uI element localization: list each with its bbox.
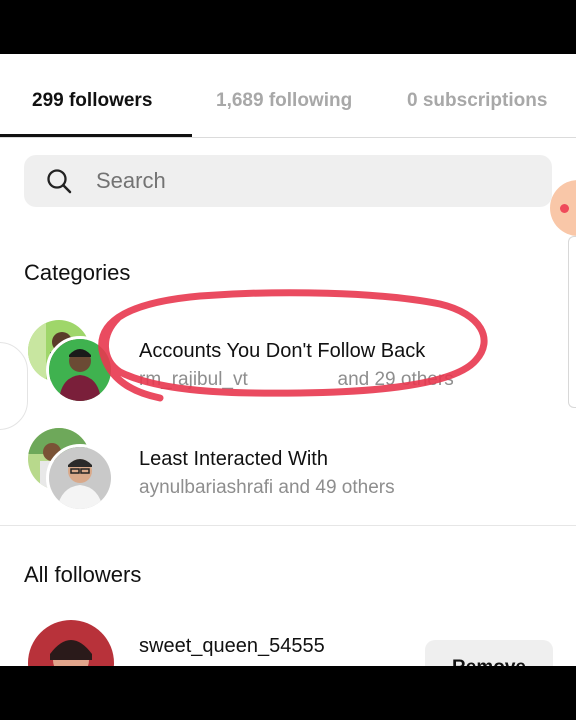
bubble-dot [560,204,569,213]
followers-screen: 299 followers 1,689 following 0 subscrip… [0,54,576,666]
avatar-stack [28,428,116,516]
category-subtitle: rm_rajibul_vt and 29 others [139,369,454,390]
tab-bar: 299 followers 1,689 following 0 subscrip… [0,54,576,138]
avatar-stack [28,320,116,408]
category-row-not-following-back[interactable]: Accounts You Don't Follow Back rm_rajibu… [0,320,576,416]
remove-button[interactable]: Remove [425,640,553,666]
section-divider [0,525,576,526]
tab-subscriptions[interactable]: 0 subscriptions [407,90,547,112]
all-followers-heading: All followers [24,562,142,587]
avatar [46,336,114,404]
active-tab-indicator [0,134,192,137]
category-title: Accounts You Don't Follow Back [139,340,426,362]
category-row-least-interacted[interactable]: Least Interacted With aynulbariashrafi a… [0,428,576,524]
tab-followers[interactable]: 299 followers [32,90,152,112]
categories-heading: Categories [24,260,131,285]
search-input[interactable] [96,155,536,207]
search-icon [47,169,72,194]
navigation-bar [0,666,576,720]
floating-bubble[interactable] [550,180,576,236]
avatar[interactable] [28,620,114,666]
category-subtitle: aynulbariashrafi and 49 others [139,477,395,498]
avatar [46,444,114,512]
search-bar[interactable] [24,155,552,207]
status-bar [0,0,576,54]
follower-username[interactable]: sweet_queen_54555 [139,635,325,658]
category-title: Least Interacted With [139,448,328,470]
tab-following[interactable]: 1,689 following [216,90,352,112]
